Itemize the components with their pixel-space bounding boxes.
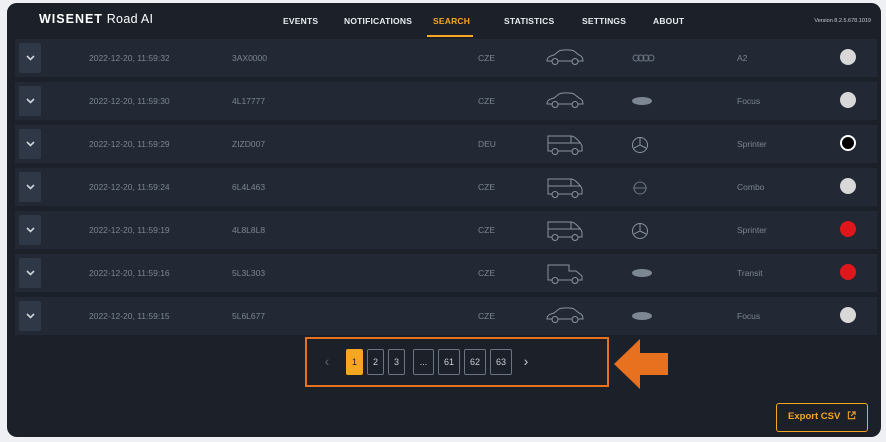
vehicle-color-swatch xyxy=(840,92,856,108)
chevron-down-icon xyxy=(25,184,35,190)
row-plate: 5L3L303 xyxy=(232,268,266,278)
row-datetime: 2022-12-20, 11:59:29 xyxy=(89,139,170,149)
vehicle-color-swatch xyxy=(840,264,856,280)
row-country: CZE xyxy=(478,182,495,192)
active-tab-indicator xyxy=(427,35,473,37)
nav-about[interactable]: ABOUT xyxy=(653,16,684,26)
row-country: CZE xyxy=(478,311,495,321)
chevron-down-icon xyxy=(25,270,35,276)
table-row[interactable]: 2022-12-20, 11:59:19 4L8L8L8 CZE Sprinter xyxy=(15,211,877,249)
export-csv-label: Export CSV xyxy=(788,411,841,422)
row-plate: 4L8L8L8 xyxy=(232,225,266,235)
car-icon xyxy=(545,306,585,329)
chevron-down-icon xyxy=(25,141,35,147)
nav-settings[interactable]: SETTINGS xyxy=(582,16,626,26)
table-row[interactable]: 2022-12-20, 11:59:30 4L17777 CZE Focus xyxy=(15,82,877,120)
page-3-button[interactable]: 3 xyxy=(388,349,405,375)
ford-logo-icon xyxy=(631,93,653,111)
nav-events[interactable]: EVENTS xyxy=(283,16,318,26)
table-row[interactable]: 2022-12-20, 11:59:24 6L4L463 CZE Combo xyxy=(15,168,877,206)
row-plate: 5L6L677 xyxy=(232,311,266,321)
row-country: CZE xyxy=(478,268,495,278)
chevron-down-icon xyxy=(25,227,35,233)
row-country: CZE xyxy=(478,225,495,235)
expand-row-button[interactable] xyxy=(19,258,41,288)
row-country: DEU xyxy=(478,139,496,149)
row-model: A2 xyxy=(737,53,748,63)
row-plate: 4L17777 xyxy=(232,96,266,106)
mercedes-logo-icon xyxy=(631,136,649,159)
row-model: Transit xyxy=(737,268,763,278)
car-icon xyxy=(545,91,585,114)
page-ellipsis-button: ... xyxy=(413,349,434,375)
audi-logo-icon xyxy=(631,50,655,68)
row-datetime: 2022-12-20, 11:59:15 xyxy=(89,311,170,321)
nav-notifications[interactable]: NOTIFICATIONS xyxy=(344,16,412,26)
table-row[interactable]: 2022-12-20, 11:59:16 5L3L303 CZE Transit xyxy=(15,254,877,292)
table-row[interactable]: 2022-12-20, 11:59:15 5L6L677 CZE Focus xyxy=(15,297,877,335)
row-model: Focus xyxy=(737,96,761,106)
page-63-button[interactable]: 63 xyxy=(490,349,512,375)
opel-logo-icon xyxy=(631,179,649,202)
vehicle-color-swatch xyxy=(840,178,856,194)
expand-row-button[interactable] xyxy=(19,129,41,159)
ford-logo-icon xyxy=(631,308,653,326)
vehicle-color-swatch xyxy=(840,307,856,323)
app-window: WISENET Road AI EVENTS NOTIFICATIONS SEA… xyxy=(7,3,881,437)
expand-row-button[interactable] xyxy=(19,86,41,116)
truck-icon xyxy=(545,263,585,290)
page-61-button[interactable]: 61 xyxy=(438,349,460,375)
car-icon xyxy=(545,48,585,71)
arrow-left-icon xyxy=(614,339,668,389)
row-country: CZE xyxy=(478,53,495,63)
row-model: Sprinter xyxy=(737,225,767,235)
ford-logo-icon xyxy=(631,265,653,283)
version-label: Version 8.2.5.678.1019 xyxy=(814,18,871,24)
chevron-down-icon xyxy=(25,55,35,61)
top-navigation-bar: WISENET Road AI EVENTS NOTIFICATIONS SEA… xyxy=(7,3,881,39)
nav-search[interactable]: SEARCH xyxy=(433,16,470,26)
row-model: Sprinter xyxy=(737,139,767,149)
row-datetime: 2022-12-20, 11:59:30 xyxy=(89,96,170,106)
page-1-button[interactable]: 1 xyxy=(346,349,363,375)
next-page-button[interactable]: › xyxy=(516,349,536,375)
export-csv-button[interactable]: Export CSV xyxy=(776,403,868,432)
chevron-down-icon xyxy=(25,98,35,104)
row-plate: 6L4L463 xyxy=(232,182,266,192)
vehicle-color-swatch xyxy=(840,49,856,65)
nav-statistics[interactable]: STATISTICS xyxy=(504,16,554,26)
row-datetime: 2022-12-20, 11:59:16 xyxy=(89,268,170,278)
page-2-button[interactable]: 2 xyxy=(367,349,384,375)
table-row[interactable]: 2022-12-20, 11:59:32 3AX0000 CZE A2 xyxy=(15,39,877,77)
row-plate: ZIZD007 xyxy=(232,139,266,149)
expand-row-button[interactable] xyxy=(19,301,41,331)
expand-row-button[interactable] xyxy=(19,172,41,202)
van-icon xyxy=(545,177,585,204)
row-plate: 3AX0000 xyxy=(232,53,267,63)
wisenet-logo: WISENET Road AI xyxy=(39,12,154,26)
van-icon xyxy=(545,220,585,247)
row-country: CZE xyxy=(478,96,495,106)
vehicle-color-swatch xyxy=(840,221,856,237)
row-datetime: 2022-12-20, 11:59:24 xyxy=(89,182,170,192)
row-datetime: 2022-12-20, 11:59:19 xyxy=(89,225,170,235)
van-icon xyxy=(545,134,585,161)
vehicle-color-swatch xyxy=(840,135,856,151)
row-datetime: 2022-12-20, 11:59:32 xyxy=(89,53,170,63)
expand-row-button[interactable] xyxy=(19,43,41,73)
chevron-down-icon xyxy=(25,313,35,319)
table-row[interactable]: 2022-12-20, 11:59:29 ZIZD007 DEU Sprinter xyxy=(15,125,877,163)
prev-page-button[interactable]: ‹ xyxy=(317,349,337,375)
mercedes-logo-icon xyxy=(631,222,649,245)
export-icon xyxy=(847,411,856,420)
row-model: Focus xyxy=(737,311,761,321)
expand-row-button[interactable] xyxy=(19,215,41,245)
row-model: Combo xyxy=(737,182,765,192)
page-62-button[interactable]: 62 xyxy=(464,349,486,375)
